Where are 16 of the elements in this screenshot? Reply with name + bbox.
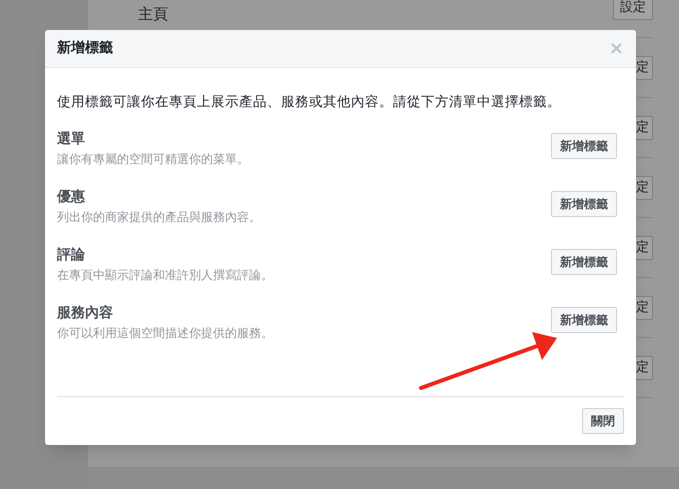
close-button[interactable]: 關閉 <box>582 408 624 434</box>
tab-description: 在專頁中顯示評論和准許別人撰寫評論。 <box>57 267 273 284</box>
dialog-title: 新增標籤 <box>57 38 113 58</box>
intro-text: 使用標籤可讓你在專頁上展示產品、服務或其他內容。請從下方清單中選擇標籤。 <box>57 93 562 112</box>
add-tab-button[interactable]: 新增標籤 <box>551 191 617 218</box>
tab-name: 評論 <box>57 246 86 266</box>
add-tab-button[interactable]: 新增標籤 <box>551 133 617 160</box>
tab-description: 你可以利用這個空間描述你提供的服務。 <box>57 325 273 342</box>
add-tab-button[interactable]: 新增標籤 <box>551 249 617 276</box>
add-tab-button[interactable]: 新增標籤 <box>551 307 617 334</box>
tab-name: 優惠 <box>57 188 86 208</box>
menu-label: 主頁 <box>138 4 168 26</box>
tab-description: 讓你有專屬的空間可精選你的菜單。 <box>57 151 249 168</box>
tab-name: 服務內容 <box>57 304 114 324</box>
tab-name: 選單 <box>57 130 86 150</box>
tab-description: 列出你的商家提供的產品與服務內容。 <box>57 209 261 226</box>
